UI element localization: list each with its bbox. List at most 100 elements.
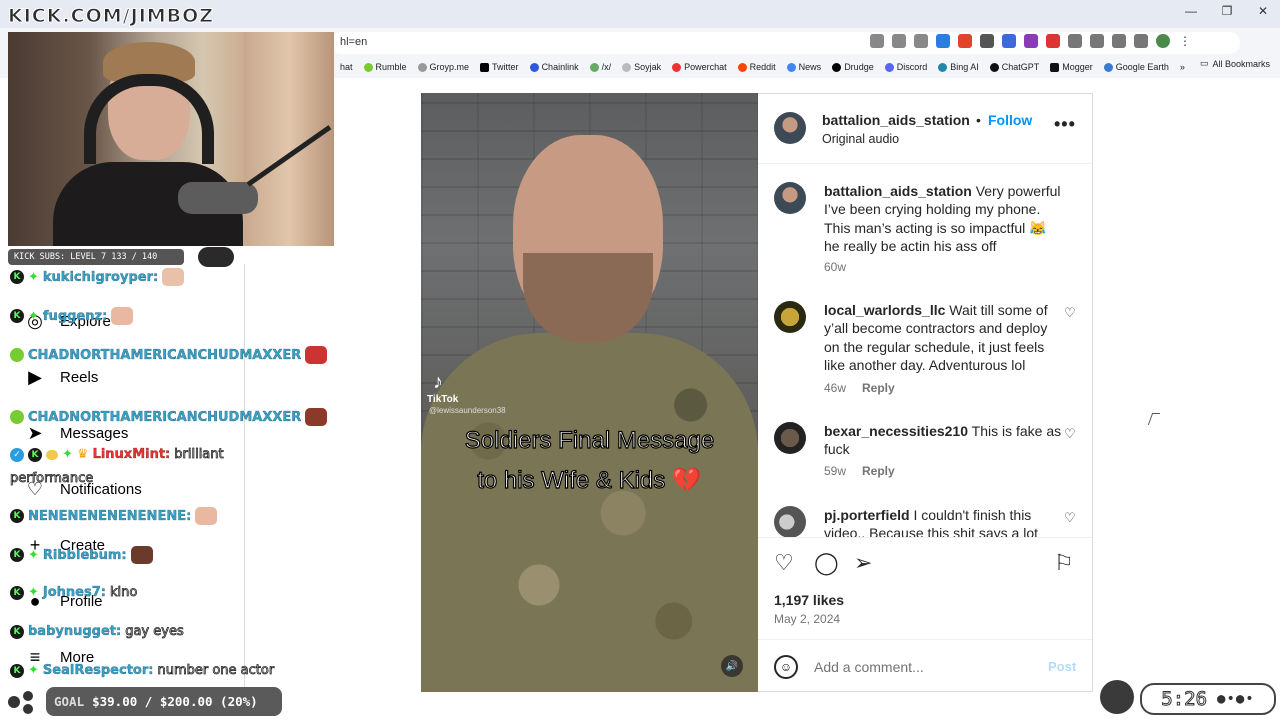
post-header: battalion_aids_station • Follow Original… (758, 94, 1092, 164)
extension-icon[interactable] (1024, 34, 1038, 48)
bookmark-drudge[interactable]: Drudge (832, 62, 874, 72)
zoom-icon[interactable] (892, 34, 906, 48)
dots-icon: ●•●• (1217, 691, 1255, 707)
likes-count[interactable]: 1,197 likes (774, 592, 844, 608)
sub-badge-icon: ✦ (28, 547, 39, 563)
chat-message: K babynugget: gay eyes (10, 624, 184, 639)
like-comment-icon[interactable]: ♡ (1064, 305, 1076, 321)
bookmark-x[interactable]: /x/ (589, 62, 611, 72)
bookmark-rumble[interactable]: Rumble (363, 62, 407, 72)
leaf-icon (589, 62, 599, 72)
chat-message: K NENENENENENENENE: (10, 507, 218, 525)
ig-sidebar-border (244, 264, 245, 694)
headset (84, 74, 214, 164)
kick-badge-icon: K (10, 585, 24, 600)
comment-age: 59w (824, 464, 847, 478)
bookmark-news[interactable]: News (786, 62, 821, 72)
close-icon[interactable]: ✕ (1256, 4, 1270, 18)
comment-icon[interactable]: ◯ (814, 550, 839, 576)
video-caption: Soldiers Final Message to his Wife & Kid… (464, 426, 715, 494)
bookmark-icon[interactable]: ⚐ (1054, 550, 1074, 576)
follow-button[interactable]: Follow (988, 112, 1032, 128)
kebab-menu-icon[interactable]: ⋮ (1178, 34, 1192, 48)
comment-avatar[interactable] (774, 422, 806, 454)
comment-username[interactable]: pj.porterfield (824, 507, 910, 523)
camouflage-uniform (421, 333, 758, 692)
minimize-icon[interactable]: — (1184, 4, 1198, 18)
emote-icon (162, 268, 185, 286)
restore-icon[interactable]: ❐ (1220, 4, 1234, 18)
metamask-icon[interactable] (958, 34, 972, 48)
audio-link[interactable]: Original audio (822, 132, 899, 146)
bookmark-bing[interactable]: Bing AI (938, 62, 979, 72)
reels-icon: ▶ (28, 366, 42, 387)
bookmark-twitter[interactable]: Twitter (480, 62, 519, 72)
profile-icon[interactable] (1156, 34, 1170, 48)
bookmark-powerchat[interactable]: Powerchat (672, 62, 727, 72)
bookmark-chainlink[interactable]: Chainlink (529, 62, 579, 72)
share-icon[interactable]: ➢ (854, 550, 872, 576)
bookmark-mogger[interactable]: Mogger (1050, 62, 1093, 72)
bing-icon (938, 62, 948, 72)
bookmark-google-earth[interactable]: Google Earth (1103, 62, 1169, 72)
speaker-icon: 🔊 (725, 660, 739, 672)
stream-logo-icon (8, 691, 33, 714)
news-icon (786, 62, 796, 72)
star-icon[interactable] (914, 34, 928, 48)
all-bookmarks[interactable]: ▭ All Bookmarks (1200, 58, 1270, 69)
sidebar-icon[interactable] (1112, 34, 1126, 48)
install-icon[interactable] (870, 34, 884, 48)
extension-icon[interactable] (936, 34, 950, 48)
author-username[interactable]: battalion_aids_station (822, 112, 970, 128)
like-icon[interactable]: ♡ (774, 550, 794, 576)
comment-username[interactable]: battalion_aids_station (824, 183, 972, 199)
emote-icon (305, 346, 328, 364)
comment-avatar[interactable] (774, 182, 806, 214)
broken-heart-icon: 💔 (671, 467, 702, 494)
powerchat-icon (672, 62, 682, 72)
extension-icon[interactable] (1002, 34, 1016, 48)
puzzle-icon[interactable] (1090, 34, 1104, 48)
kick-badge-icon: K (10, 548, 24, 562)
comment-input[interactable] (814, 657, 1034, 677)
more-options-icon[interactable]: ••• (1054, 114, 1076, 135)
emoji-icon[interactable]: ☺ (774, 655, 798, 679)
comments-list[interactable]: battalion_aids_station Very powerful I’v… (758, 164, 1092, 537)
chat-message: CHADNORTHAMERICANCHUDMAXXER (10, 408, 328, 426)
comment-username[interactable]: bexar_necessities210 (824, 423, 968, 439)
bookmark-groyp[interactable]: Groyp.me (417, 62, 469, 72)
extension-icon[interactable] (980, 34, 994, 48)
like-comment-icon[interactable]: ♡ (1064, 510, 1076, 526)
reply-button[interactable]: Reply (862, 381, 895, 395)
bookmarks-overflow[interactable]: » (1180, 62, 1185, 72)
post-comment-button[interactable]: Post (1048, 659, 1076, 674)
reel-video[interactable]: ♪ TikTok @lewissaunderson38 Soldiers Fin… (421, 93, 758, 692)
comment-avatar[interactable] (774, 506, 806, 537)
nav-reels[interactable]: ▶ Reels (24, 366, 98, 388)
comment-avatar[interactable] (774, 301, 806, 333)
like-comment-icon[interactable]: ♡ (1064, 426, 1076, 442)
bookmark-chatgpt[interactable]: ChatGPT (989, 62, 1039, 72)
extension-icon[interactable] (1068, 34, 1082, 48)
reply-button[interactable]: Reply (862, 464, 895, 478)
emote-icon (111, 307, 134, 325)
chat-message: K ✦ kukichigroyper: (10, 268, 185, 286)
kick-badge-icon: K (10, 509, 24, 523)
extension-icon[interactable] (1046, 34, 1060, 48)
mute-button[interactable]: 🔊 (721, 655, 743, 677)
bookmark-reddit[interactable]: Reddit (737, 62, 776, 72)
bookmark-soyjak[interactable]: Soyjak (622, 62, 661, 72)
bookmark-discord[interactable]: Discord (884, 62, 927, 72)
media-icon[interactable] (1134, 34, 1148, 48)
subs-progress: KICK SUBS: LEVEL 7 133 / 140 (8, 249, 184, 265)
mogger-icon (1050, 62, 1060, 72)
discord-icon (884, 62, 894, 72)
groyp-icon (417, 62, 427, 72)
stream-logo-icon (1100, 680, 1134, 714)
rumble-icon (363, 62, 373, 72)
author-avatar[interactable] (774, 112, 806, 144)
url-text: hl=en (340, 36, 368, 48)
comment-username[interactable]: local_warlords_llc (824, 302, 945, 318)
mouse-cursor-icon (1147, 413, 1161, 425)
bookmark-chat[interactable]: hat (340, 62, 353, 72)
